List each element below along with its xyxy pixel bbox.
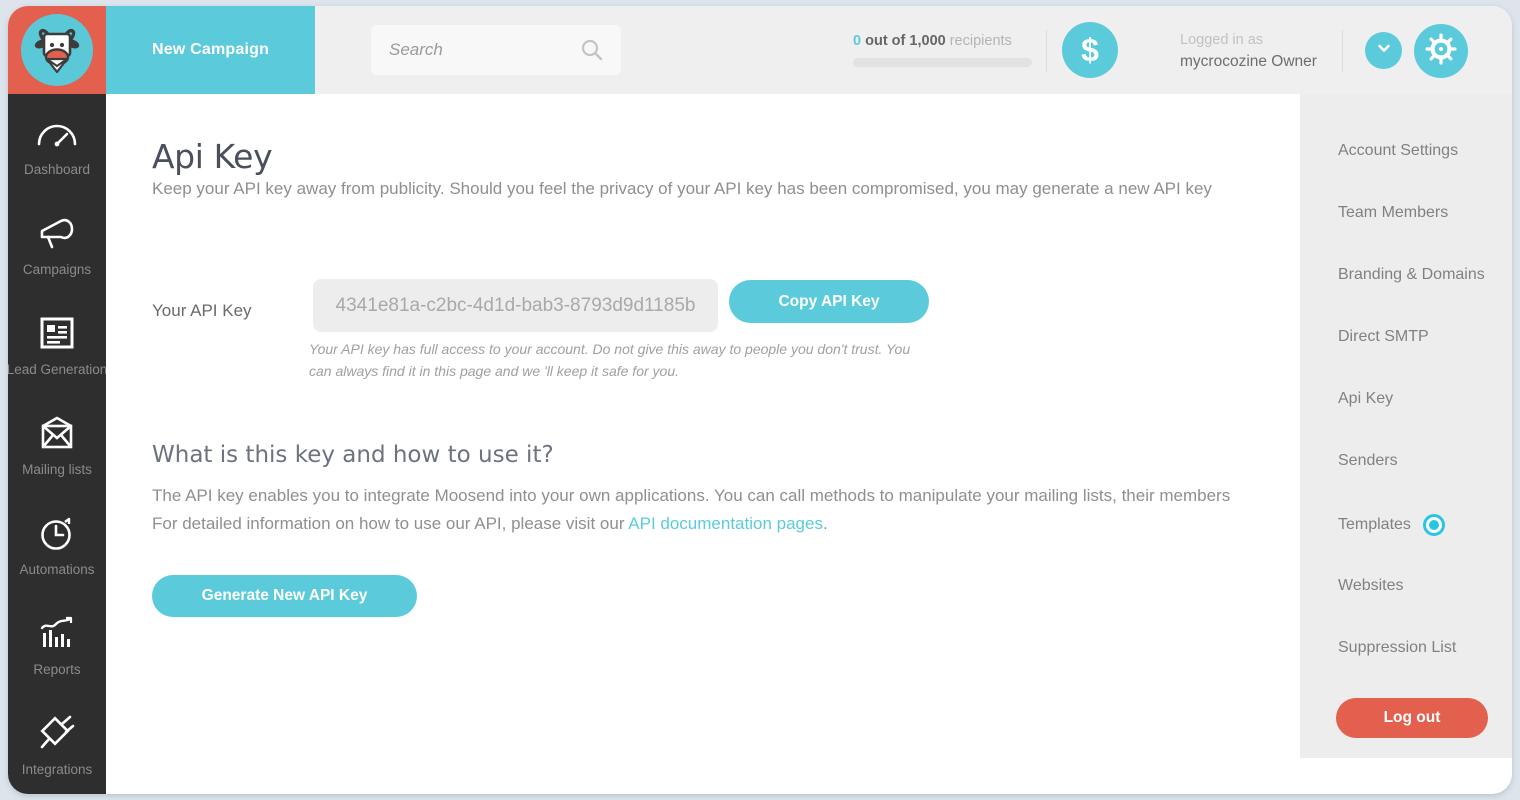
api-documentation-link[interactable]: API documentation pages <box>628 514 823 533</box>
logged-in-label: Logged in as <box>1180 32 1264 48</box>
sidebar-item-label: Campaigns <box>22 262 92 277</box>
copy-api-key-button[interactable]: Copy API Key <box>729 280 929 323</box>
sidebar-item-label: Mailing lists <box>22 462 92 477</box>
main-content: Api Key Keep your API key away from publ… <box>106 94 1300 794</box>
page-title: Api Key <box>152 137 273 176</box>
settings-nav-label: Api Key <box>1338 390 1394 407</box>
new-campaign-label: New Campaign <box>151 41 270 58</box>
api-key-note: Your API key has full access to your acc… <box>309 341 911 379</box>
megaphone-icon <box>36 211 78 255</box>
page-subtitle: Keep your API key away from publicity. S… <box>152 179 1212 198</box>
left-sidebar: Dashboard Campaigns Lead Generation Mail… <box>8 94 106 794</box>
bar-chart-icon <box>39 611 75 655</box>
search-box[interactable] <box>371 25 621 75</box>
settings-nav-label: Branding & Domains <box>1338 266 1485 283</box>
recipients-progress-bar <box>853 58 1032 67</box>
envelope-icon <box>39 411 75 455</box>
settings-nav-suppression-list[interactable]: Suppression List <box>1338 639 1456 657</box>
sidebar-item-integrations[interactable]: Integrations <box>8 694 106 794</box>
settings-nav-api-key[interactable]: Api Key <box>1338 390 1393 408</box>
settings-nav-label: Senders <box>1338 452 1398 469</box>
settings-nav-label: Suppression List <box>1338 639 1457 656</box>
settings-nav-templates[interactable]: Templates <box>1338 514 1445 536</box>
sidebar-item-label: Automations <box>19 562 95 577</box>
section-title: What is this key and how to use it? <box>152 442 554 468</box>
api-key-label: Your API Key <box>152 301 252 320</box>
clock-icon <box>39 511 75 555</box>
recipients-limit: 1,000 <box>909 33 946 49</box>
settings-button[interactable] <box>1414 24 1468 78</box>
settings-nav-account-settings[interactable]: Account Settings <box>1338 142 1458 160</box>
settings-nav-direct-smtp[interactable]: Direct SMTP <box>1338 328 1429 346</box>
sidebar-item-label: Integrations <box>21 762 93 777</box>
gear-icon <box>1425 33 1457 70</box>
settings-nav-label: Team Members <box>1338 204 1449 221</box>
account-dropdown-button[interactable] <box>1365 32 1402 69</box>
recipients-middle: out of <box>861 33 910 49</box>
section-line-2-pre: For detailed information on how to use o… <box>152 513 629 533</box>
sidebar-item-label: Reports <box>33 662 81 677</box>
right-sidebar: Account Settings Team Members Branding &… <box>1300 94 1512 758</box>
new-campaign-button[interactable]: New Campaign <box>106 6 315 94</box>
settings-nav-label: Direct SMTP <box>1338 328 1429 345</box>
settings-nav-websites[interactable]: Websites <box>1338 577 1404 595</box>
plug-icon <box>38 711 76 755</box>
sidebar-item-label: Dashboard <box>23 162 91 177</box>
search-input[interactable] <box>371 40 566 60</box>
sidebar-item-mailing-lists[interactable]: Mailing lists <box>8 394 106 494</box>
recipients-text: 0 out of 1,000 recipients <box>853 33 1033 49</box>
app-window: New Campaign 0 out of 1,000 recipients $… <box>8 6 1512 794</box>
form-icon <box>40 311 74 355</box>
settings-nav-label: Account Settings <box>1338 142 1459 159</box>
recipients-suffix: recipients <box>945 33 1012 49</box>
logout-button[interactable]: Log out <box>1336 698 1488 738</box>
sidebar-item-campaigns[interactable]: Campaigns <box>8 194 106 294</box>
dollar-sign-icon: $ <box>1081 31 1099 68</box>
settings-nav-team-members[interactable]: Team Members <box>1338 204 1448 222</box>
cow-mascot-icon <box>21 14 93 86</box>
account-info: Logged in as mycrocozine Owner <box>1180 30 1317 73</box>
section-line-2-post: . <box>822 513 828 533</box>
api-key-input[interactable] <box>313 279 718 332</box>
settings-nav-label: Templates <box>1338 516 1411 533</box>
sidebar-item-lead-generation[interactable]: Lead Generation <box>8 294 106 394</box>
billing-button[interactable]: $ <box>1062 22 1118 78</box>
sidebar-item-reports[interactable]: Reports <box>8 594 106 694</box>
settings-nav-branding-domains[interactable]: Branding & Domains <box>1338 266 1485 284</box>
top-header: New Campaign 0 out of 1,000 recipients $… <box>8 6 1512 94</box>
account-name: mycrocozine Owner <box>1180 53 1317 71</box>
sidebar-item-dashboard[interactable]: Dashboard <box>8 94 106 194</box>
settings-nav-senders[interactable]: Senders <box>1338 452 1398 470</box>
header-divider-1 <box>1046 30 1047 72</box>
generate-new-api-key-button[interactable]: Generate New API Key <box>152 575 417 617</box>
section-body: The API key enables you to integrate Moo… <box>152 482 1300 537</box>
recipients-quota: 0 out of 1,000 recipients <box>853 33 1033 67</box>
header-divider-2 <box>1342 30 1343 72</box>
search-icon[interactable] <box>581 39 603 66</box>
speedometer-icon <box>36 111 78 155</box>
settings-nav-label: Websites <box>1338 577 1404 594</box>
sidebar-item-label: Lead Generation <box>8 362 106 377</box>
section-line-1: The API key enables you to integrate Moo… <box>152 486 1231 505</box>
recipients-count: 0 <box>853 33 862 49</box>
selected-radio-icon[interactable] <box>1422 514 1445 536</box>
logo-button[interactable] <box>8 6 106 94</box>
sidebar-item-automations[interactable]: Automations <box>8 494 106 594</box>
chevron-down-icon <box>1375 39 1393 62</box>
